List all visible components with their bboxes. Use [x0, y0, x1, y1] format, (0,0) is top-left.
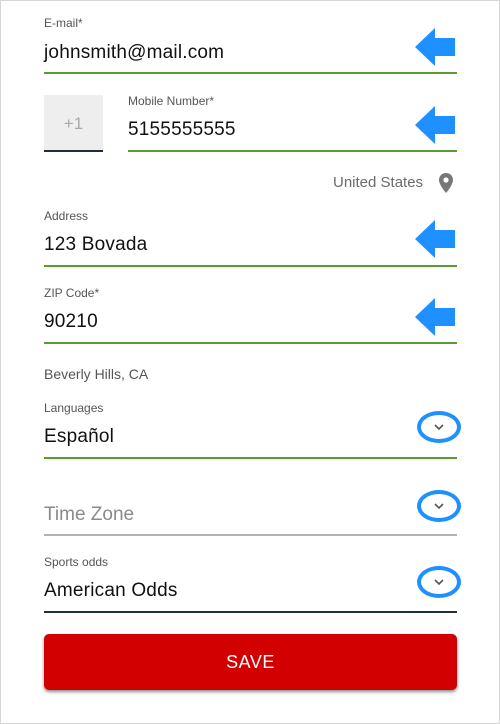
country-code: +1 [63, 114, 84, 133]
chevron-down-icon [434, 579, 444, 586]
languages-underline [44, 457, 457, 459]
zip-code-label: ZIP Code* [44, 286, 100, 300]
annotation-arrow-icon [415, 106, 455, 144]
sports-odds-underline [44, 611, 457, 613]
sports-odds-select[interactable]: American Odds [44, 580, 178, 602]
languages-label: Languages [44, 401, 104, 415]
mobile-number-label: Mobile Number* [128, 94, 215, 108]
city-state-text: Beverly Hills, CA [44, 366, 149, 382]
languages-select[interactable]: Español [44, 426, 114, 448]
mobile-number-field[interactable]: 5155555555 [128, 119, 236, 141]
address-label: Address [44, 209, 89, 223]
time-zone-select[interactable]: Time Zone [44, 504, 134, 526]
save-button[interactable]: SAVE [44, 634, 457, 690]
annotation-arrow-icon [415, 28, 455, 66]
email-label: E-mail* [44, 16, 83, 30]
sports-odds-label: Sports odds [44, 555, 109, 569]
country-name: United States [333, 174, 424, 191]
email-underline [44, 72, 457, 74]
email-field[interactable]: johnsmith@mail.com [44, 42, 224, 64]
country-code-underline [44, 150, 103, 152]
address-underline [44, 265, 457, 267]
mobile-number-underline [128, 150, 457, 152]
location-pin-icon [439, 173, 453, 193]
chevron-down-icon [434, 424, 444, 431]
annotation-arrow-icon [415, 298, 455, 336]
address-field[interactable]: 123 Bovada [44, 234, 147, 256]
country-code-selector[interactable]: +1 [44, 95, 103, 150]
languages-dropdown-toggle[interactable] [417, 411, 461, 443]
zip-code-underline [44, 342, 457, 344]
annotation-arrow-icon [415, 220, 455, 258]
sports-odds-dropdown-toggle[interactable] [417, 566, 461, 598]
time-zone-underline [44, 534, 457, 536]
chevron-down-icon [434, 503, 444, 510]
zip-code-field[interactable]: 90210 [44, 311, 98, 333]
time-zone-dropdown-toggle[interactable] [417, 490, 461, 522]
